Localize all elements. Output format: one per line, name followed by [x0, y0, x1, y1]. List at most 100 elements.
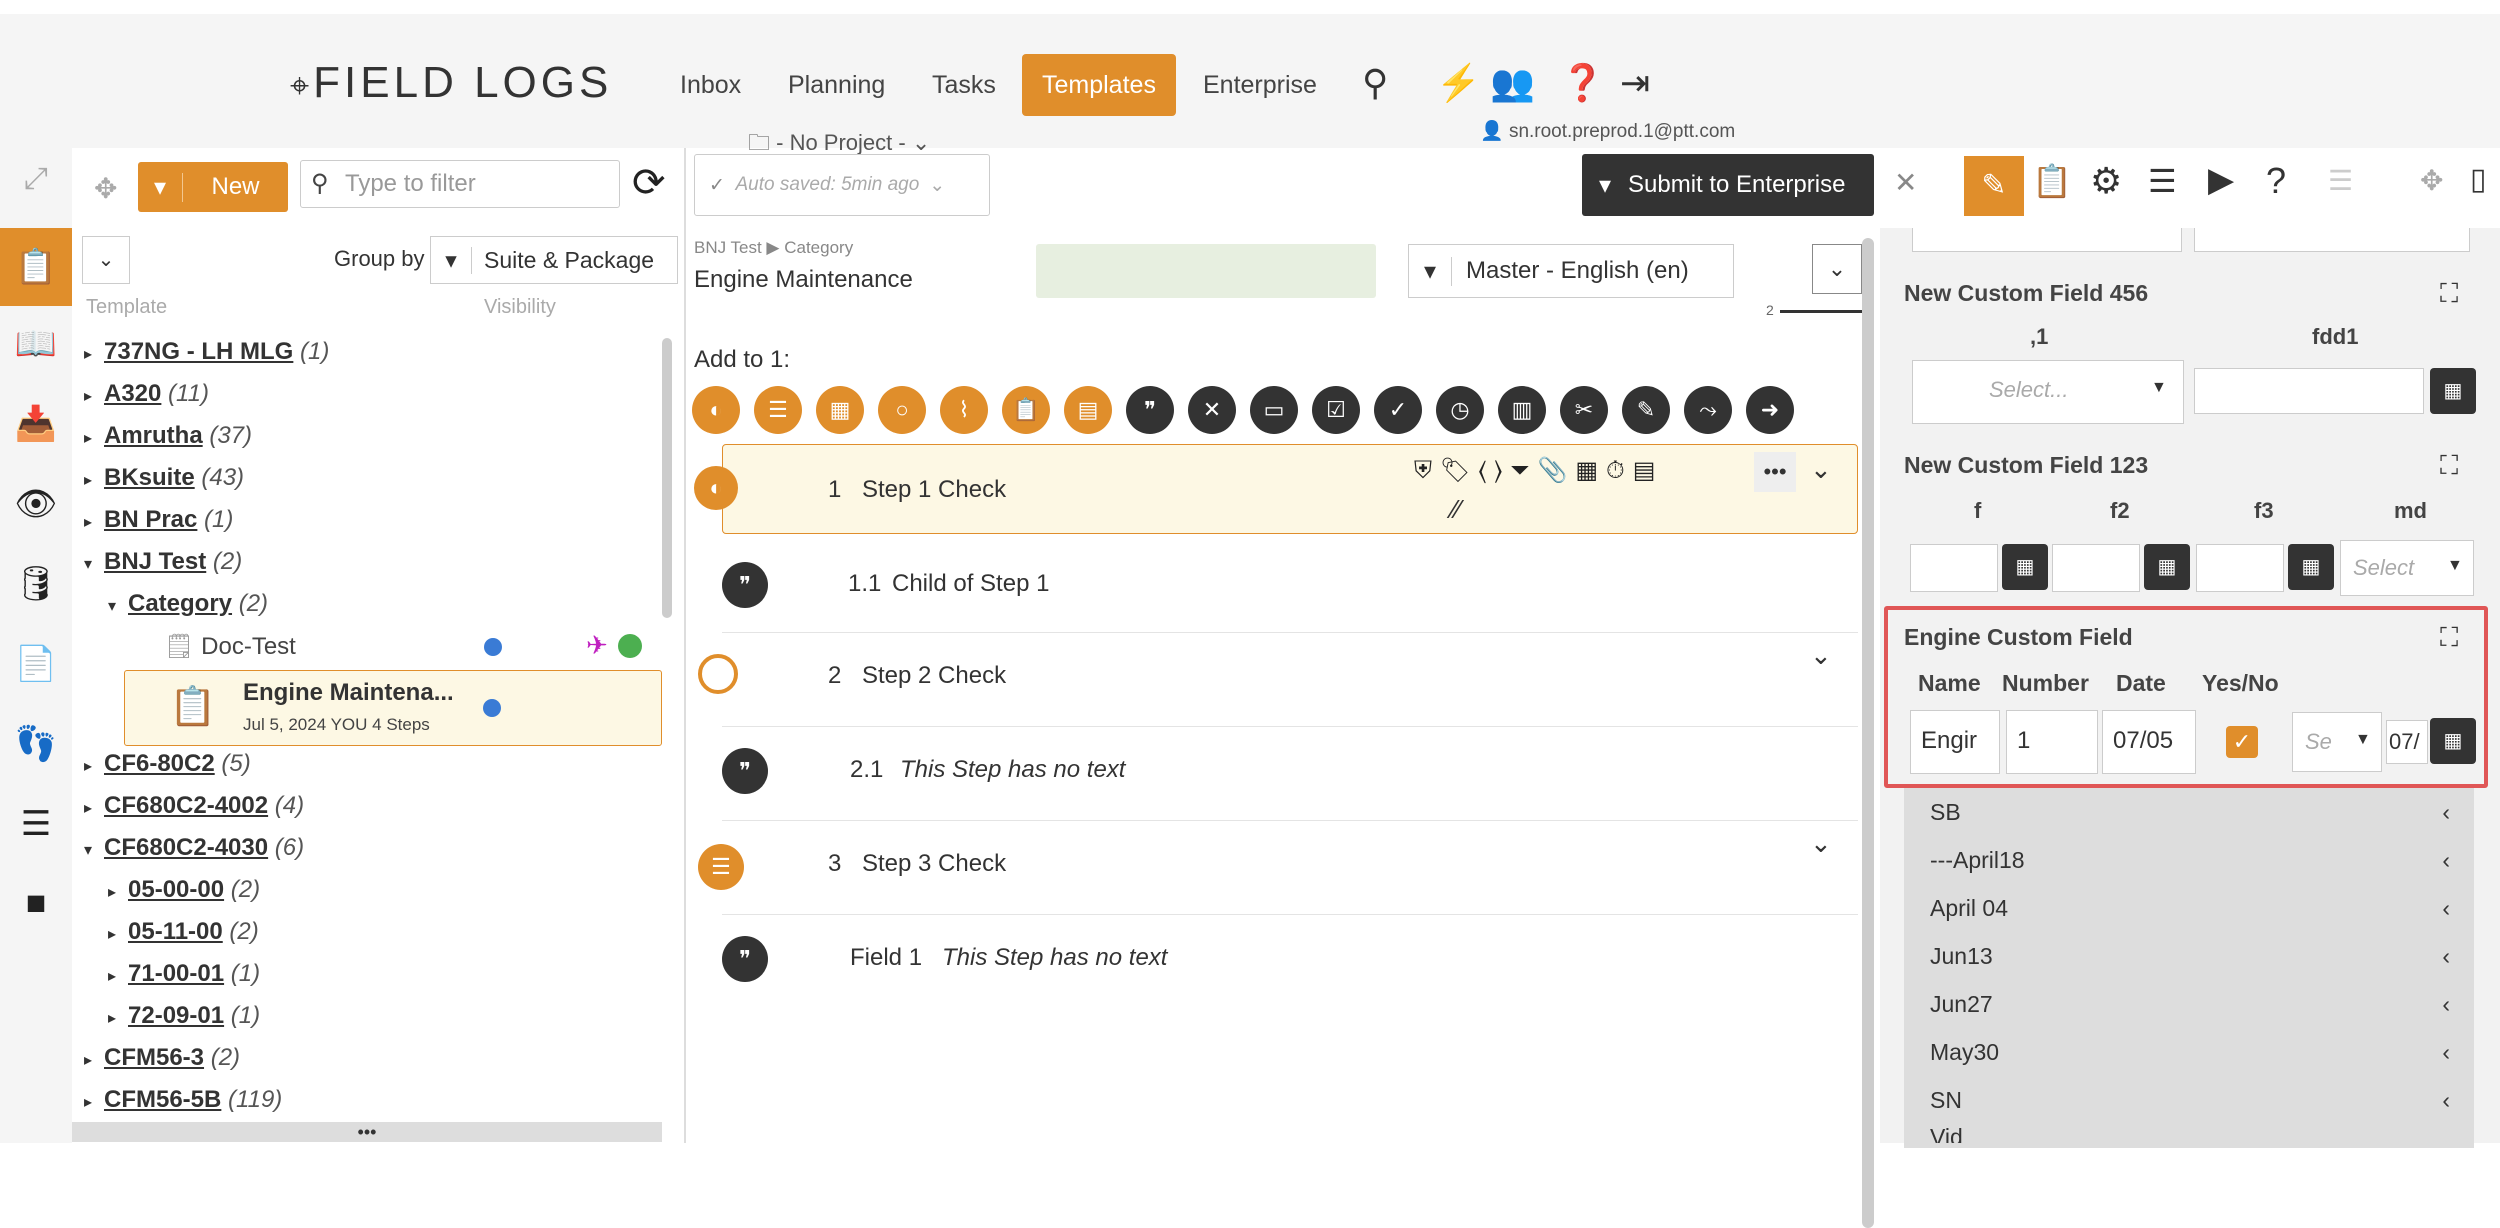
list-item[interactable]: SN ‹ — [1930, 1080, 2450, 1120]
list-icon[interactable]: ☰ — [0, 804, 72, 844]
checklist-icon[interactable]: ☑ — [1312, 386, 1360, 434]
nav-planning[interactable]: Planning — [768, 54, 905, 116]
move-icon[interactable]: ✥ — [2420, 164, 2443, 197]
check-square-icon[interactable]: ✓ — [1374, 386, 1422, 434]
numbered-list-icon[interactable]: ☰ — [754, 386, 802, 434]
date-input[interactable] — [2194, 368, 2424, 414]
step-text[interactable]: Step 2 Check — [862, 662, 1006, 690]
step-type-icon[interactable]: ◐ — [692, 386, 740, 434]
quote-icon[interactable]: ❞ — [1126, 386, 1174, 434]
step-row[interactable] — [722, 726, 1858, 821]
scrollbar[interactable] — [662, 338, 672, 618]
app-logo[interactable]: ⌖FIELD LOGS — [290, 58, 612, 108]
clock-icon[interactable]: ◷ — [1436, 386, 1484, 434]
tree-item[interactable]: ▸ BN Prac (1) — [84, 506, 233, 534]
step-actions-toolbar[interactable]: ⛨🏷⟨⟩⏷📎▦⏱▤ — [1414, 456, 1663, 485]
expand-icon[interactable]: ⛶ — [2440, 278, 2458, 310]
tree-item[interactable]: ▸ Amrutha (37) — [84, 422, 252, 450]
tree-item[interactable]: ▾ CF680C2-4030 (6) — [84, 834, 304, 862]
collapse-toggle[interactable]: ⌄ — [82, 236, 130, 284]
layout-icon[interactable]: ▯ — [2470, 162, 2487, 197]
checklist-icon[interactable]: ☰ — [2148, 162, 2177, 200]
calendar-icon[interactable]: ▦ — [2288, 544, 2334, 590]
calendar-icon[interactable]: ▦ — [2002, 544, 2048, 590]
branch-icon[interactable]: ⤳ — [1684, 386, 1732, 434]
list-icon[interactable]: ☰ — [2328, 164, 2353, 197]
list-item[interactable]: April 04 ‹ — [1930, 888, 2450, 928]
eye-icon[interactable]: 👁 — [0, 484, 72, 524]
tree-item[interactable]: ▸ 71-00-01 (1) — [108, 960, 260, 988]
new-button[interactable]: ▾ New — [138, 162, 288, 212]
film-icon[interactable]: ▤ — [1064, 386, 1112, 434]
tree-item[interactable]: ▸ CF6-80C2 (5) — [84, 750, 251, 778]
select-field[interactable]: Select ▼ — [2340, 540, 2474, 596]
nav-enterprise[interactable]: Enterprise — [1183, 54, 1337, 116]
tools-icon[interactable]: ✂ — [1560, 386, 1608, 434]
inbox-tray-icon[interactable]: 📥 — [0, 404, 72, 444]
expand-icon[interactable]: ⛶ — [2440, 622, 2458, 654]
list-item[interactable]: Vid — [1930, 1124, 2450, 1143]
card-icon[interactable]: ▭ — [1250, 386, 1298, 434]
pdf-icon[interactable]: 📄 — [0, 644, 72, 684]
scrollbar[interactable] — [1862, 238, 1874, 1228]
list-item[interactable]: Jun27 ‹ — [1930, 984, 2450, 1024]
play-icon[interactable]: ▶ — [2208, 160, 2234, 200]
tree-item[interactable]: ▸ 72-09-01 (1) — [108, 1002, 260, 1030]
language-select[interactable]: ▾ Master - English (en) — [1408, 244, 1734, 298]
tree-item[interactable]: ▾ Category (2) — [108, 590, 268, 618]
chevron-down-icon[interactable]: ⌄ — [1810, 828, 1832, 859]
clipboard-icon[interactable]: 📋 — [1002, 386, 1050, 434]
step-text[interactable]: Step 1 Check — [862, 476, 1006, 504]
field-input[interactable] — [1912, 228, 2182, 252]
chevron-down-icon[interactable]: ⌄ — [1810, 454, 1832, 485]
arrow-right-icon[interactable]: ➜ — [1746, 386, 1794, 434]
square-icon[interactable]: ■ — [0, 884, 72, 923]
checkbox-x-icon[interactable]: ✕ — [1188, 386, 1236, 434]
field-input[interactable] — [2194, 228, 2470, 252]
date-input[interactable] — [2196, 544, 2284, 592]
group-by-select[interactable]: ▾ Suite & Package — [430, 236, 678, 284]
tree-item[interactable]: ▸ 737NG - LH MLG (1) — [84, 338, 329, 366]
calendar-icon[interactable]: ▦ — [2430, 718, 2476, 764]
tree-item[interactable]: ▸ CFM56-5B (119) — [84, 1086, 282, 1114]
step-text[interactable]: Step 3 Check — [862, 850, 1006, 878]
select-field[interactable]: Se ▼ — [2292, 712, 2382, 772]
submit-enterprise-button[interactable]: ▾ Submit to Enterprise — [1582, 154, 1874, 216]
calendar-icon[interactable]: ▦ — [2144, 544, 2190, 590]
calculator-icon[interactable]: ▥ — [1498, 386, 1546, 434]
nav-templates[interactable]: Templates — [1022, 54, 1176, 116]
list-item[interactable]: SB ‹ — [1930, 792, 2450, 832]
step-text[interactable]: This Step has no text — [900, 756, 1125, 784]
database-icon[interactable]: 🛢 — [0, 564, 72, 604]
tree-item[interactable]: ▸ CFM56-3 (2) — [84, 1044, 240, 1072]
list-item[interactable]: ---April18 ‹ — [1930, 840, 2450, 880]
list-item[interactable]: May30 ‹ — [1930, 1032, 2450, 1072]
close-icon[interactable]: ✕ — [1894, 166, 1917, 199]
breadcrumb[interactable]: BNJ Test ▶ Category — [694, 238, 853, 258]
footsteps-icon[interactable]: 👣 — [0, 724, 72, 764]
selected-template-card[interactable]: 📋 Engine Maintena... Jul 5, 2024 YOU 4 S… — [124, 670, 662, 746]
expand-all-toggle[interactable]: ⌄ — [1812, 244, 1862, 294]
circle-icon[interactable]: ○ — [878, 386, 926, 434]
number-input[interactable]: 1 — [2006, 710, 2098, 774]
expand-icon[interactable]: ⤢ — [0, 162, 72, 196]
more-icon[interactable]: ••• — [1754, 452, 1796, 492]
tree-item[interactable]: ▸ BKsuite (43) — [84, 464, 244, 492]
sign-icon[interactable]: ✎ — [1622, 386, 1670, 434]
date-input[interactable]: 07/05 — [2102, 710, 2196, 774]
chevron-down-icon[interactable]: ⌄ — [1810, 640, 1832, 671]
user-email[interactable]: 👤 sn.root.preprod.1@ptt.com — [1480, 119, 1735, 143]
name-input[interactable]: Engir — [1910, 710, 2000, 774]
step-text[interactable]: Child of Step 1 — [892, 570, 1049, 598]
step-text[interactable]: This Step has no text — [942, 944, 1167, 972]
table-icon[interactable]: ▦ — [816, 386, 864, 434]
date-input[interactable] — [2052, 544, 2140, 592]
calendar-icon[interactable]: ▦ — [2430, 368, 2476, 414]
lightning-icon[interactable]: ⚡ — [1436, 62, 1481, 104]
tree-item[interactable]: ▸ 05-11-00 (2) — [108, 918, 259, 946]
user-settings-icon[interactable]: 👥 — [1490, 62, 1535, 104]
edit-icon[interactable]: ✎ — [1964, 156, 2024, 216]
clipboard-icon[interactable]: 📋 — [2032, 162, 2072, 200]
tree-item-doc-test[interactable]: 🗒 Doc-Test — [164, 632, 296, 661]
templates-icon[interactable]: 📋 — [0, 228, 72, 306]
